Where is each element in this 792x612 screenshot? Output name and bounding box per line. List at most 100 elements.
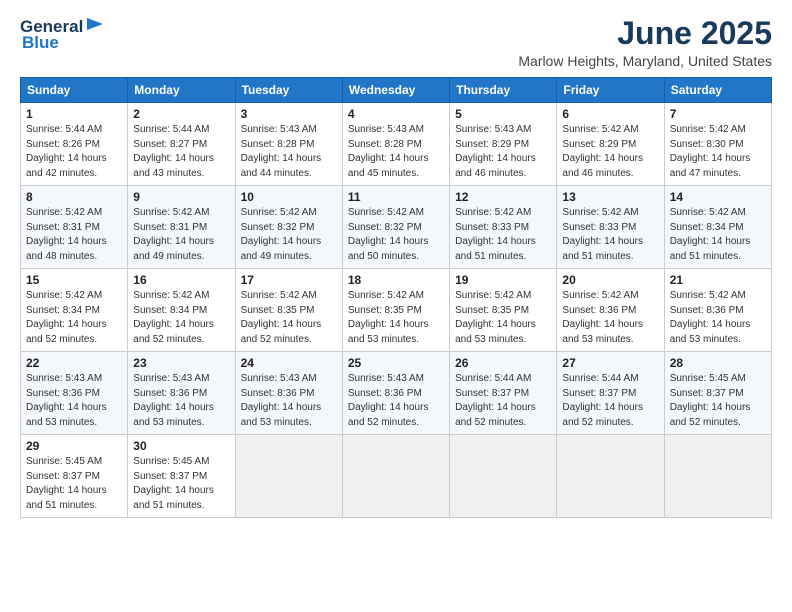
header-saturday: Saturday [664, 78, 771, 103]
day-number: 4 [348, 107, 444, 121]
calendar-cell [664, 435, 771, 518]
day-info: Sunrise: 5:43 AMSunset: 8:29 PMDaylight:… [455, 123, 551, 181]
day-number: 19 [455, 273, 551, 287]
day-info: Sunrise: 5:44 AMSunset: 8:27 PMDaylight:… [133, 123, 229, 181]
day-number: 24 [241, 356, 337, 370]
day-info: Sunrise: 5:43 AMSunset: 8:36 PMDaylight:… [133, 372, 229, 430]
day-number: 3 [241, 107, 337, 121]
calendar-cell [235, 435, 342, 518]
day-number: 21 [670, 273, 766, 287]
day-info: Sunrise: 5:44 AMSunset: 8:26 PMDaylight:… [26, 123, 122, 181]
calendar-cell: 5 Sunrise: 5:43 AMSunset: 8:29 PMDaylight… [450, 103, 557, 186]
day-number: 29 [26, 439, 122, 453]
day-number: 30 [133, 439, 229, 453]
day-number: 1 [26, 107, 122, 121]
day-info: Sunrise: 5:42 AMSunset: 8:35 PMDaylight:… [241, 289, 337, 347]
week-row-0: 1 Sunrise: 5:44 AMSunset: 8:26 PMDaylight… [21, 103, 772, 186]
day-number: 10 [241, 190, 337, 204]
calendar-cell: 26Sunrise: 5:44 AMSunset: 8:37 PMDayligh… [450, 352, 557, 435]
header-thursday: Thursday [450, 78, 557, 103]
day-number: 27 [562, 356, 658, 370]
day-info: Sunrise: 5:43 AMSunset: 8:36 PMDaylight:… [26, 372, 122, 430]
day-info: Sunrise: 5:43 AMSunset: 8:36 PMDaylight:… [348, 372, 444, 430]
day-number: 7 [670, 107, 766, 121]
calendar-cell [450, 435, 557, 518]
day-info: Sunrise: 5:42 AMSunset: 8:33 PMDaylight:… [455, 206, 551, 264]
day-number: 14 [670, 190, 766, 204]
day-info: Sunrise: 5:42 AMSunset: 8:34 PMDaylight:… [670, 206, 766, 264]
calendar-cell: 21Sunrise: 5:42 AMSunset: 8:36 PMDayligh… [664, 269, 771, 352]
header-monday: Monday [128, 78, 235, 103]
calendar-cell: 16Sunrise: 5:42 AMSunset: 8:34 PMDayligh… [128, 269, 235, 352]
calendar-cell [342, 435, 449, 518]
calendar-header-row: SundayMondayTuesdayWednesdayThursdayFrid… [21, 78, 772, 103]
calendar-cell: 22 Sunrise: 5:43 AMSunset: 8:36 PMDayligh… [21, 352, 128, 435]
day-info: Sunrise: 5:42 AMSunset: 8:33 PMDaylight:… [562, 206, 658, 264]
day-number: 16 [133, 273, 229, 287]
week-row-4: 29 Sunrise: 5:45 AMSunset: 8:37 PMDayligh… [21, 435, 772, 518]
header-tuesday: Tuesday [235, 78, 342, 103]
day-number: 2 [133, 107, 229, 121]
day-number: 23 [133, 356, 229, 370]
day-number: 20 [562, 273, 658, 287]
calendar-cell [557, 435, 664, 518]
day-info: Sunrise: 5:44 AMSunset: 8:37 PMDaylight:… [562, 372, 658, 430]
calendar-cell: 27 Sunrise: 5:44 AMSunset: 8:37 PMDayligh… [557, 352, 664, 435]
day-info: Sunrise: 5:42 AMSunset: 8:29 PMDaylight:… [562, 123, 658, 181]
calendar-cell: 9Sunrise: 5:42 AMSunset: 8:31 PMDaylight… [128, 186, 235, 269]
calendar-cell: 7 Sunrise: 5:42 AMSunset: 8:30 PMDaylight… [664, 103, 771, 186]
day-info: Sunrise: 5:42 AMSunset: 8:30 PMDaylight:… [670, 123, 766, 181]
day-info: Sunrise: 5:42 AMSunset: 8:36 PMDaylight:… [562, 289, 658, 347]
month-title: June 2025 [518, 16, 772, 51]
calendar-cell: 11 Sunrise: 5:42 AMSunset: 8:32 PMDayligh… [342, 186, 449, 269]
day-number: 15 [26, 273, 122, 287]
day-number: 22 [26, 356, 122, 370]
day-info: Sunrise: 5:45 AMSunset: 8:37 PMDaylight:… [670, 372, 766, 430]
day-info: Sunrise: 5:43 AMSunset: 8:28 PMDaylight:… [241, 123, 337, 181]
header-sunday: Sunday [21, 78, 128, 103]
header-area: General Blue June 2025 Marlow Heights, M… [20, 16, 772, 69]
logo: General Blue [20, 16, 105, 53]
day-info: Sunrise: 5:42 AMSunset: 8:34 PMDaylight:… [26, 289, 122, 347]
header-wednesday: Wednesday [342, 78, 449, 103]
calendar-cell: 29 Sunrise: 5:45 AMSunset: 8:37 PMDayligh… [21, 435, 128, 518]
day-number: 11 [348, 190, 444, 204]
day-info: Sunrise: 5:42 AMSunset: 8:31 PMDaylight:… [133, 206, 229, 264]
day-number: 18 [348, 273, 444, 287]
calendar-cell: 13Sunrise: 5:42 AMSunset: 8:33 PMDayligh… [557, 186, 664, 269]
day-number: 25 [348, 356, 444, 370]
calendar-cell: 8 Sunrise: 5:42 AMSunset: 8:31 PMDaylight… [21, 186, 128, 269]
calendar-cell: 6 Sunrise: 5:42 AMSunset: 8:29 PMDaylight… [557, 103, 664, 186]
day-number: 8 [26, 190, 122, 204]
calendar-cell: 28 Sunrise: 5:45 AMSunset: 8:37 PMDayligh… [664, 352, 771, 435]
calendar-cell: 17 Sunrise: 5:42 AMSunset: 8:35 PMDayligh… [235, 269, 342, 352]
calendar-cell: 30 Sunrise: 5:45 AMSunset: 8:37 PMDayligh… [128, 435, 235, 518]
logo-blue-text: Blue [22, 33, 59, 53]
day-info: Sunrise: 5:42 AMSunset: 8:31 PMDaylight:… [26, 206, 122, 264]
calendar-cell: 18 Sunrise: 5:42 AMSunset: 8:35 PMDayligh… [342, 269, 449, 352]
day-number: 28 [670, 356, 766, 370]
week-row-2: 15 Sunrise: 5:42 AMSunset: 8:34 PMDayligh… [21, 269, 772, 352]
day-info: Sunrise: 5:45 AMSunset: 8:37 PMDaylight:… [26, 455, 122, 513]
day-number: 5 [455, 107, 551, 121]
calendar-cell: 10 Sunrise: 5:42 AMSunset: 8:32 PMDayligh… [235, 186, 342, 269]
day-info: Sunrise: 5:42 AMSunset: 8:35 PMDaylight:… [455, 289, 551, 347]
title-area: June 2025 Marlow Heights, Maryland, Unit… [518, 16, 772, 69]
day-number: 6 [562, 107, 658, 121]
day-info: Sunrise: 5:42 AMSunset: 8:35 PMDaylight:… [348, 289, 444, 347]
day-number: 17 [241, 273, 337, 287]
day-info: Sunrise: 5:42 AMSunset: 8:32 PMDaylight:… [241, 206, 337, 264]
day-number: 26 [455, 356, 551, 370]
calendar-cell: 20 Sunrise: 5:42 AMSunset: 8:36 PMDayligh… [557, 269, 664, 352]
calendar-cell: 15 Sunrise: 5:42 AMSunset: 8:34 PMDayligh… [21, 269, 128, 352]
day-info: Sunrise: 5:45 AMSunset: 8:37 PMDaylight:… [133, 455, 229, 513]
day-info: Sunrise: 5:42 AMSunset: 8:32 PMDaylight:… [348, 206, 444, 264]
calendar-cell: 19 Sunrise: 5:42 AMSunset: 8:35 PMDayligh… [450, 269, 557, 352]
week-row-1: 8 Sunrise: 5:42 AMSunset: 8:31 PMDaylight… [21, 186, 772, 269]
header-friday: Friday [557, 78, 664, 103]
page: General Blue June 2025 Marlow Heights, M… [0, 0, 792, 612]
logo-flag-icon [85, 16, 105, 37]
calendar-cell: 1 Sunrise: 5:44 AMSunset: 8:26 PMDaylight… [21, 103, 128, 186]
calendar-cell: 25 Sunrise: 5:43 AMSunset: 8:36 PMDayligh… [342, 352, 449, 435]
calendar-table: SundayMondayTuesdayWednesdayThursdayFrid… [20, 77, 772, 518]
